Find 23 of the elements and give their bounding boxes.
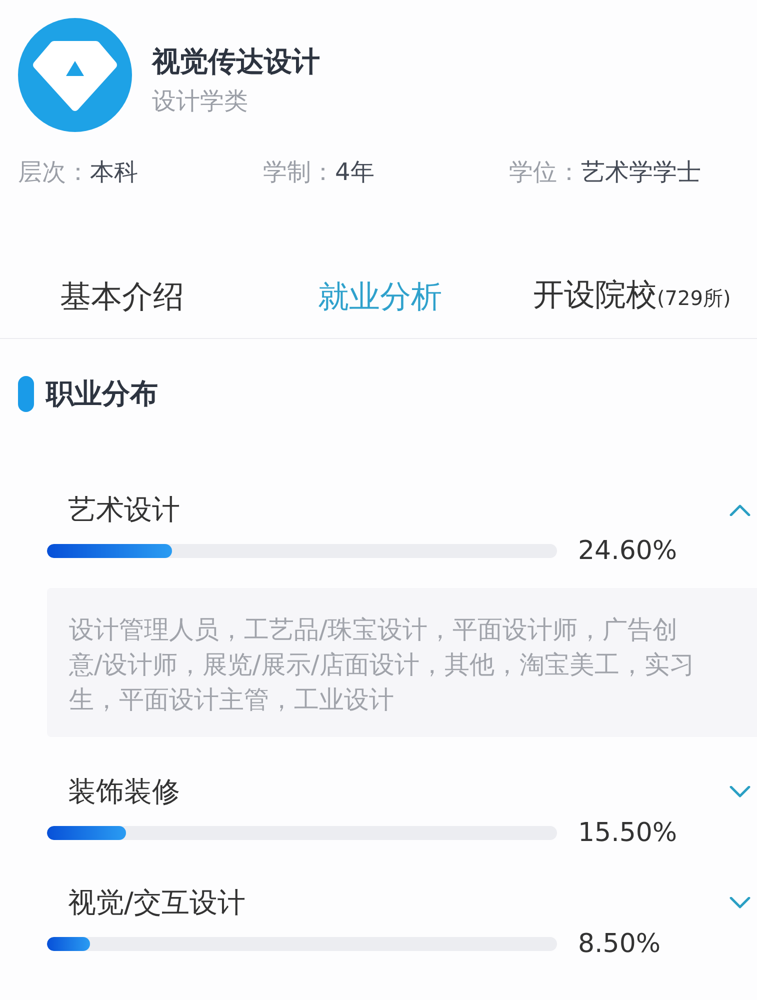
major-title: 视觉传达设计 bbox=[152, 44, 320, 80]
info-label: 学位： bbox=[509, 158, 581, 186]
percentage-label: 8.50% bbox=[578, 929, 661, 959]
info-label: 层次： bbox=[18, 158, 90, 186]
percentage-label: 15.50% bbox=[578, 818, 678, 848]
occupation-name: 装饰装修 bbox=[68, 774, 180, 810]
percentage-label: 24.60% bbox=[578, 536, 678, 566]
info-value: 本科 bbox=[90, 158, 138, 186]
diamond-logo-icon bbox=[18, 18, 132, 132]
major-category: 设计学类 bbox=[152, 86, 249, 117]
tab[interactable]: 开设院校(729所) bbox=[533, 255, 731, 338]
chevron-down-icon[interactable] bbox=[729, 897, 751, 909]
chevron-up-icon[interactable] bbox=[729, 504, 751, 516]
section-title: 职业分布 bbox=[46, 376, 158, 412]
accent-bar-icon bbox=[18, 376, 34, 412]
info-value: 艺术学学士 bbox=[581, 158, 701, 186]
tab[interactable]: 基本介绍 bbox=[60, 255, 184, 338]
job-titles-text: 设计管理人员，工艺品/珠宝设计，平面设计师，广告创意/设计师，展览/展示/店面设计，其他，淘宝美工，实习生，平面设计主管，工业设计 bbox=[69, 614, 696, 716]
chevron-down-icon[interactable] bbox=[729, 786, 751, 798]
info-value: 4年 bbox=[335, 158, 374, 186]
info-label: 学制： bbox=[263, 158, 335, 186]
occupation-name: 艺术设计 bbox=[68, 492, 180, 528]
occupation-name: 视觉/交互设计 bbox=[68, 885, 246, 921]
